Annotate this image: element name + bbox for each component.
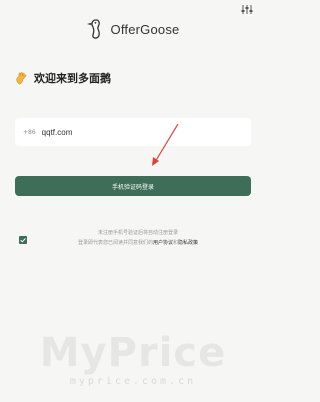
watermark-title: MyPrice <box>39 330 227 376</box>
agreement-prefix: 登录即代表您已阅读并同意我们的 <box>77 240 153 246</box>
watermark: MyPrice myprice.com.cn <box>0 330 266 388</box>
app-logo: OfferGoose <box>0 18 266 40</box>
logo-text: OfferGoose <box>110 21 180 37</box>
country-code[interactable]: +86 <box>23 129 36 136</box>
phone-input[interactable] <box>41 127 222 137</box>
welcome-heading: 欢迎来到多面鹅 <box>15 70 111 86</box>
goose-logo-icon <box>86 18 107 40</box>
phone-code-login-button[interactable]: 手机验证码登录 <box>15 176 251 196</box>
waving-hand-icon <box>15 71 29 86</box>
agreement-line-2: 登录即代表您已阅读并同意我们的用户协议和隐私政策 <box>38 238 238 248</box>
agreement-checkbox[interactable] <box>19 236 27 244</box>
welcome-text: 欢迎来到多面鹅 <box>34 72 111 85</box>
privacy-policy-link[interactable]: 隐私政策 <box>178 240 198 246</box>
phone-field[interactable]: +86 <box>15 118 251 146</box>
user-agreement-link[interactable]: 用户协议 <box>153 240 173 246</box>
check-icon <box>20 238 26 243</box>
sliders-icon[interactable] <box>240 0 254 14</box>
agreement-line-1: 未注册手机号验证后将自动注册登录 <box>97 230 178 236</box>
agreement-text: 未注册手机号验证后将自动注册登录 登录即代表您已阅读并同意我们的用户协议和隐私政… <box>38 228 238 248</box>
watermark-url: myprice.com.cn <box>69 376 197 387</box>
